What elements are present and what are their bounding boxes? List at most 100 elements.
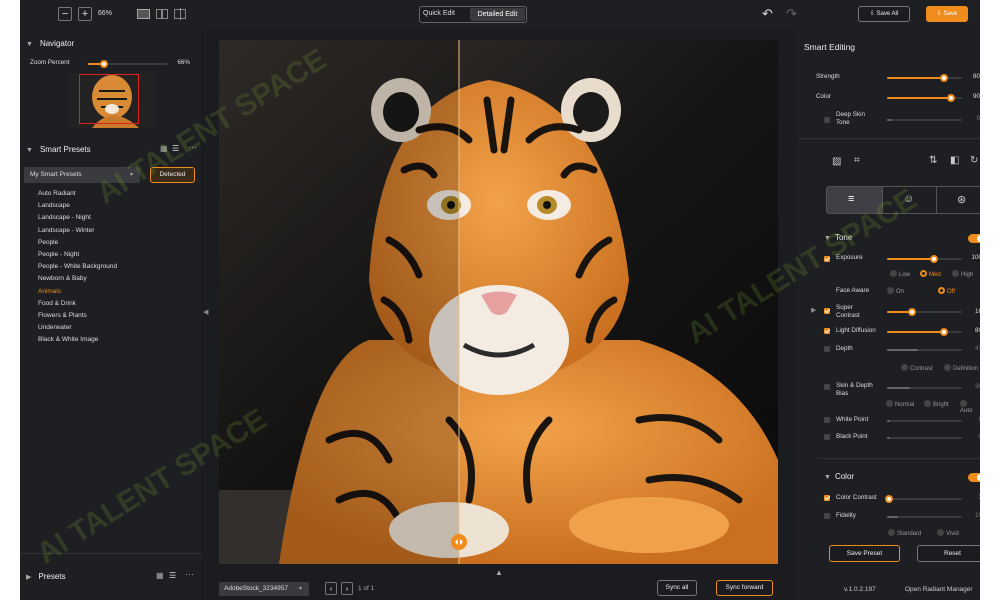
color-slider[interactable] — [887, 94, 962, 102]
color-section-header[interactable]: ▼ Color — [824, 472, 854, 481]
light-diffusion-slider[interactable] — [887, 328, 962, 336]
detected-button[interactable]: Detected — [150, 167, 195, 183]
more-options-icon[interactable]: ··· — [188, 142, 197, 152]
flip-icon[interactable]: ⇅ — [929, 155, 937, 166]
compare-icon[interactable]: ◧ — [950, 155, 959, 166]
smart-preset-item[interactable]: People - White Background — [38, 263, 117, 270]
adjustments-tab[interactable]: ≡ — [827, 187, 882, 213]
light-diffusion-checkbox[interactable] — [824, 328, 830, 334]
color-section-toggle[interactable] — [968, 473, 980, 482]
list-view-icon[interactable]: ☰ — [172, 144, 179, 153]
color-knob[interactable] — [947, 94, 955, 102]
navigator-thumbnail[interactable] — [69, 73, 155, 128]
exposure-slider[interactable] — [887, 255, 962, 263]
before-after-view-icon[interactable] — [174, 8, 186, 20]
presets-header[interactable]: ▶ Presets — [26, 572, 66, 581]
smart-preset-item[interactable]: Black & White Image — [38, 336, 98, 343]
detailed-edit-tab[interactable]: Detailed Edit — [470, 8, 525, 21]
undo-icon[interactable]: ↶ — [762, 6, 773, 22]
light-diffusion-knob[interactable] — [940, 328, 948, 336]
color-tab[interactable]: ⊛ — [936, 187, 980, 213]
expand-filmstrip-icon[interactable]: ▲ — [495, 568, 503, 577]
color-contrast-knob[interactable] — [885, 495, 893, 503]
exposure-low-radio[interactable]: Low — [890, 270, 910, 278]
depth-slider[interactable] — [887, 349, 962, 351]
previous-image-button[interactable]: ‹ — [325, 582, 337, 595]
grid-view-icon[interactable]: ▦ — [160, 144, 168, 153]
smart-preset-item[interactable]: People - Night — [38, 251, 79, 258]
next-image-button[interactable]: › — [341, 582, 353, 595]
deep-skin-tone-slider[interactable] — [887, 119, 962, 121]
open-radiant-manager-link[interactable]: Open Radiant Manager — [905, 586, 973, 593]
strength-knob[interactable] — [940, 74, 948, 82]
face-aware-off-radio[interactable]: Off — [938, 287, 955, 295]
navigator-viewport-box[interactable] — [79, 74, 139, 124]
skin-bright-radio[interactable]: Bright — [924, 400, 949, 408]
smart-presets-dropdown[interactable]: My Smart Presets ▾ — [24, 167, 140, 183]
strength-slider[interactable] — [887, 74, 962, 82]
smart-preset-item[interactable]: Newborn & Baby — [38, 275, 87, 282]
save-button[interactable]: ⇩ Save — [926, 6, 968, 22]
collapse-left-panel-icon[interactable]: ◀ — [203, 308, 208, 316]
smart-preset-item[interactable]: Food & Drink — [38, 300, 76, 307]
crop-icon[interactable]: ⌗ — [854, 155, 860, 166]
depth-definition-radio[interactable]: Definition — [944, 364, 978, 372]
filename-dropdown[interactable]: AdobeStock_3234957 ▾ — [219, 582, 309, 596]
zoom-out-button[interactable]: − — [58, 7, 72, 21]
black-point-slider[interactable] — [887, 437, 962, 439]
exposure-high-radio[interactable]: High — [952, 270, 973, 278]
quick-edit-tab[interactable]: Quick Edit — [423, 10, 455, 17]
single-view-icon[interactable] — [137, 9, 150, 19]
sync-forward-button[interactable]: Sync forward — [716, 580, 773, 596]
super-contrast-slider[interactable] — [887, 308, 962, 316]
smart-preset-item[interactable]: Animals — [38, 288, 61, 295]
face-aware-on-radio[interactable]: On — [887, 287, 904, 295]
photo-preview[interactable] — [219, 40, 778, 564]
rotate-icon[interactable]: ↻ — [970, 155, 978, 166]
skin-depth-bias-checkbox[interactable] — [824, 384, 830, 390]
more-options-icon[interactable]: ··· — [185, 569, 194, 579]
collapse-right-panel-icon[interactable]: ▶ — [811, 306, 816, 314]
smart-preset-item[interactable]: People — [38, 239, 58, 246]
skin-auto-radio[interactable]: Auto — [960, 400, 980, 414]
skin-normal-radio[interactable]: Normal — [886, 400, 914, 408]
fidelity-standard-radio[interactable]: Standard — [888, 529, 921, 537]
smart-preset-item[interactable]: Underwater — [38, 324, 72, 331]
navigator-header[interactable]: ▼ Navigator — [26, 39, 74, 48]
skin-depth-bias-slider[interactable] — [887, 387, 962, 389]
smart-preset-item[interactable]: Landscape - Winter — [38, 227, 94, 234]
exposure-knob[interactable] — [930, 255, 938, 263]
grid-view-icon[interactable]: ▦ — [156, 571, 164, 580]
deep-skin-tone-checkbox[interactable] — [824, 117, 830, 123]
white-point-checkbox[interactable] — [824, 417, 830, 423]
smart-preset-item[interactable]: Flowers & Plants — [38, 312, 87, 319]
image-icon[interactable]: ▨ — [832, 156, 841, 167]
fidelity-vivid-radio[interactable]: Vivid — [937, 529, 959, 537]
redo-icon[interactable]: ↷ — [786, 6, 797, 22]
smart-preset-item[interactable]: Landscape — [38, 202, 70, 209]
smart-preset-item[interactable]: Landscape - Night — [38, 214, 91, 221]
color-contrast-checkbox[interactable] — [824, 495, 830, 501]
tone-toggle[interactable] — [968, 234, 980, 243]
fidelity-checkbox[interactable] — [824, 513, 830, 519]
super-contrast-knob[interactable] — [908, 308, 916, 316]
zoom-percent-slider[interactable] — [88, 60, 168, 68]
color-contrast-slider[interactable] — [885, 495, 962, 503]
zoom-percent-knob[interactable] — [100, 60, 108, 68]
super-contrast-checkbox[interactable] — [824, 308, 830, 314]
portrait-tab[interactable]: ☺ — [882, 187, 936, 213]
zoom-in-button[interactable]: + — [78, 7, 92, 21]
smart-preset-item[interactable]: Auto Radiant — [38, 190, 76, 197]
reset-button[interactable]: Reset — [917, 545, 980, 562]
save-preset-button[interactable]: Save Preset — [829, 545, 900, 562]
smart-presets-header[interactable]: ▼ Smart Presets — [26, 145, 91, 154]
tone-header[interactable]: ▼ Tone — [824, 233, 852, 242]
list-view-icon[interactable]: ☰ — [169, 571, 176, 580]
save-all-button[interactable]: ⇩ Save All — [858, 6, 910, 22]
exposure-checkbox[interactable] — [824, 256, 830, 262]
depth-contrast-radio[interactable]: Contrast — [901, 364, 933, 372]
depth-checkbox[interactable] — [824, 346, 830, 352]
sync-all-button[interactable]: Sync all — [657, 580, 697, 596]
black-point-checkbox[interactable] — [824, 434, 830, 440]
fidelity-slider[interactable] — [887, 516, 962, 518]
